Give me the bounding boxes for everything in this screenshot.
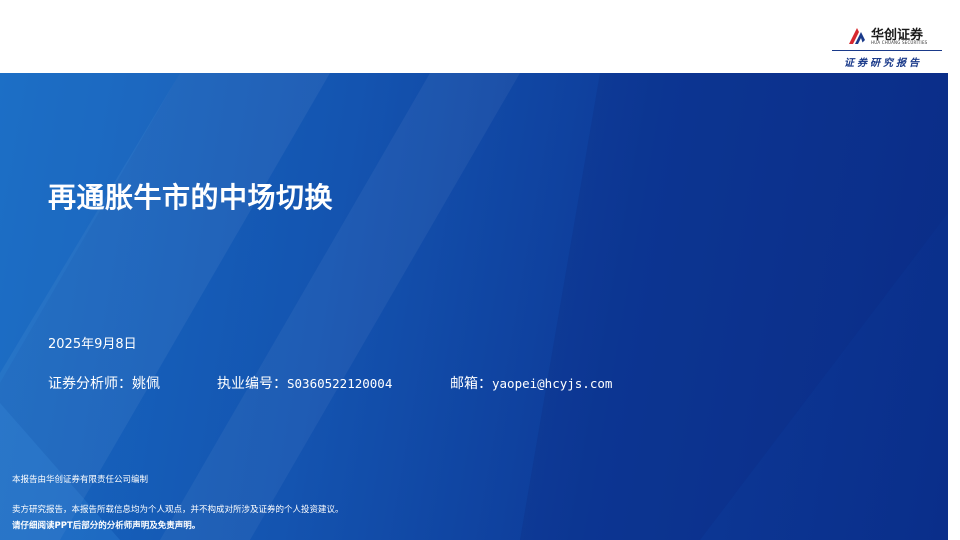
report-date: 2025年9月8日 bbox=[48, 337, 137, 352]
report-title: 再通胀牛市的中场切换 bbox=[48, 181, 334, 214]
analyst-label: 证券分析师： bbox=[48, 376, 132, 392]
company-logo: 华创证券 HUA CHUANG SECURITIES bbox=[847, 24, 937, 48]
report-type-tag: 证券研究报告 bbox=[844, 58, 922, 69]
header-divider bbox=[832, 50, 942, 51]
email-label: 邮箱： bbox=[450, 376, 492, 392]
email-address[interactable]: yaopei@hcyjs.com bbox=[492, 376, 612, 391]
footer-compiled-by: 本报告由华创证券有限责任公司编制 bbox=[12, 475, 149, 485]
analyst-info: 证券分析师：姚佩 bbox=[48, 373, 160, 393]
analyst-name: 姚佩 bbox=[132, 376, 160, 392]
license-label: 执业编号： bbox=[217, 376, 287, 392]
logo-mark-icon bbox=[849, 28, 865, 44]
license-info: 执业编号：S0360522120004 bbox=[217, 373, 392, 393]
footer-disclaimer: 卖方研究报告，本报告所载信息均为个人观点，并不构成对所涉及证券的个人投资建议。 bbox=[12, 505, 344, 515]
page-header: 华创证券 HUA CHUANG SECURITIES 证券研究报告 bbox=[0, 0, 960, 73]
side-strip bbox=[948, 73, 960, 540]
footer-read-notice: 请仔细阅读PPT后部分的分析师声明及免责声明。 bbox=[12, 521, 201, 531]
logo-english-name: HUA CHUANG SECURITIES bbox=[871, 40, 928, 45]
banner-decoration bbox=[0, 73, 948, 540]
email-info: 邮箱：yaopei@hcyjs.com bbox=[450, 373, 612, 393]
license-number: S0360522120004 bbox=[287, 376, 393, 391]
cover-banner bbox=[0, 73, 948, 540]
